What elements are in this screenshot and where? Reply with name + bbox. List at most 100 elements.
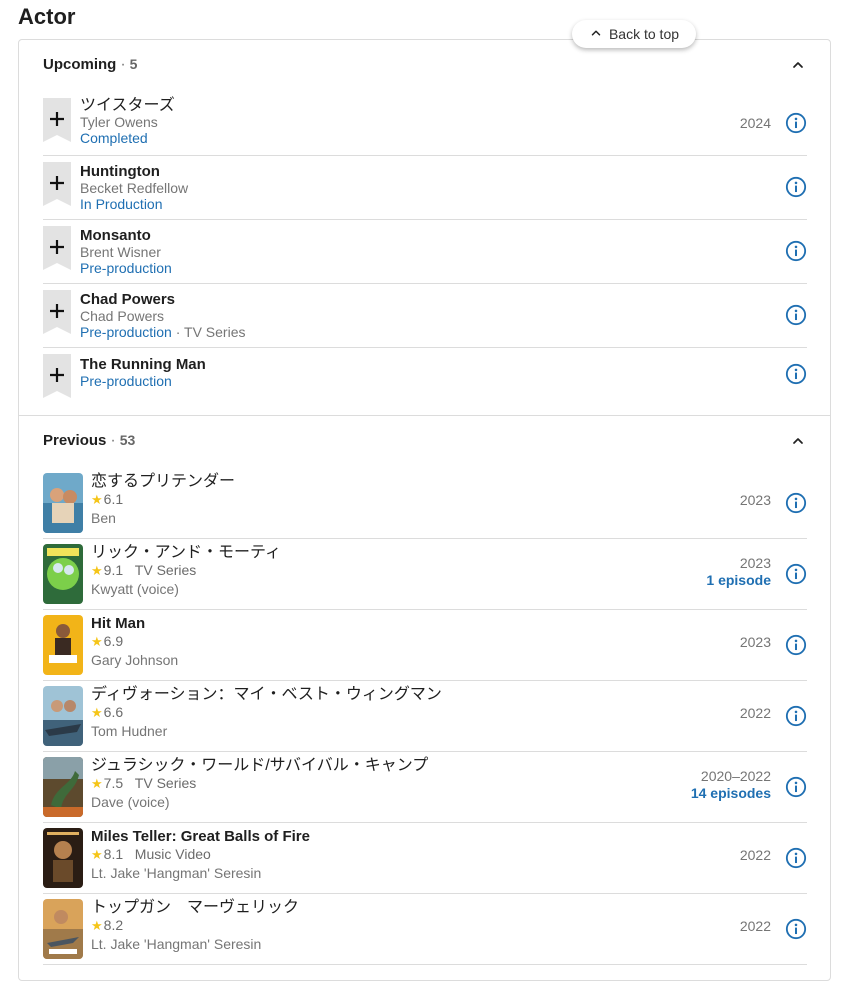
character-name: Lt. Jake 'Hangman' Seresin bbox=[91, 936, 262, 952]
title-link[interactable]: トップガン マーヴェリック bbox=[91, 899, 299, 916]
release-year: 2022 bbox=[739, 847, 771, 863]
rating-value: 8.1 bbox=[103, 846, 124, 862]
title-link[interactable]: Monsanto bbox=[80, 227, 172, 244]
release-year: 2022 bbox=[739, 705, 771, 721]
page-title: Actor bbox=[18, 4, 76, 29]
poster-image[interactable] bbox=[43, 615, 83, 675]
production-status: Pre-production · TV Series bbox=[80, 324, 246, 340]
info-circle-icon[interactable] bbox=[785, 112, 807, 134]
section-divider bbox=[19, 415, 830, 416]
production-status: Completed bbox=[80, 130, 148, 146]
poster-image[interactable] bbox=[43, 899, 83, 959]
title-link[interactable]: Hit Man bbox=[91, 615, 178, 632]
credit-row[interactable]: リック・アンド・モーティ ★9.1 TV Series Kwyatt (voic… bbox=[43, 539, 807, 610]
upcoming-row[interactable]: Monsanto Brent Wisner Pre-production bbox=[43, 220, 807, 284]
rating-value: 8.2 bbox=[103, 917, 124, 933]
credit-row[interactable]: トップガン マーヴェリック ★8.2 Lt. Jake 'Hangman' Se… bbox=[43, 894, 807, 965]
upcoming-row[interactable]: ツイスターズ Tyler Owens Completed 2024 bbox=[43, 92, 807, 156]
poster-image[interactable] bbox=[43, 686, 83, 746]
rating-value: 6.9 bbox=[103, 633, 124, 649]
info-circle-icon[interactable] bbox=[785, 176, 807, 198]
rating: ★9.1 TV Series bbox=[91, 561, 281, 580]
upcoming-title: Upcoming bbox=[43, 56, 117, 73]
info-circle-icon[interactable] bbox=[785, 776, 807, 798]
upcoming-row[interactable]: Chad Powers Chad Powers Pre-production ·… bbox=[43, 284, 807, 348]
rating-value: 9.1 bbox=[103, 562, 124, 578]
episode-count-link[interactable]: 14 episodes bbox=[691, 785, 771, 802]
character-name: Gary Johnson bbox=[91, 652, 179, 668]
release-year: 2020–2022 bbox=[700, 768, 771, 784]
character-name: Becket Redfellow bbox=[80, 180, 189, 196]
star-icon: ★ bbox=[91, 634, 103, 649]
rating-value: 6.6 bbox=[103, 704, 124, 720]
title-link[interactable]: Miles Teller: Great Balls of Fire bbox=[91, 828, 310, 845]
title-link[interactable]: リック・アンド・モーティ bbox=[91, 544, 281, 561]
rating: ★6.1 bbox=[91, 490, 235, 509]
poster-image[interactable] bbox=[43, 757, 83, 817]
add-to-watchlist-icon[interactable] bbox=[43, 162, 71, 206]
title-link[interactable]: ディヴォーション：マイ・ベスト・ウィングマン bbox=[91, 686, 442, 703]
upcoming-count: 5 bbox=[129, 56, 138, 72]
character-name: Kwyatt (voice) bbox=[91, 581, 179, 597]
chevron-up-icon[interactable] bbox=[790, 57, 806, 73]
rating: ★6.9 bbox=[91, 632, 178, 651]
add-to-watchlist-icon[interactable] bbox=[43, 226, 71, 270]
rating: ★8.2 bbox=[91, 916, 299, 935]
upcoming-section-header[interactable]: Upcoming · 5 bbox=[43, 52, 806, 78]
character-name: Brent Wisner bbox=[80, 244, 161, 260]
info-circle-icon[interactable] bbox=[785, 705, 807, 727]
previous-section-header[interactable]: Previous · 53 bbox=[43, 428, 806, 454]
title-link[interactable]: The Running Man bbox=[80, 356, 206, 373]
back-to-top-button[interactable]: Back to top bbox=[572, 20, 696, 48]
production-status: Pre-production bbox=[80, 260, 172, 276]
add-to-watchlist-icon[interactable] bbox=[43, 290, 71, 334]
upcoming-row[interactable]: Huntington Becket Redfellow In Productio… bbox=[43, 156, 807, 220]
previous-title: Previous bbox=[43, 432, 107, 449]
star-icon: ★ bbox=[91, 847, 103, 862]
add-to-watchlist-icon[interactable] bbox=[43, 98, 71, 142]
episode-count-link[interactable]: 1 episode bbox=[706, 572, 771, 589]
star-icon: ★ bbox=[91, 918, 103, 933]
add-to-watchlist-icon[interactable] bbox=[43, 354, 71, 398]
title-type: TV Series bbox=[134, 562, 197, 578]
poster-image[interactable] bbox=[43, 544, 83, 604]
info-circle-icon[interactable] bbox=[785, 240, 807, 262]
credit-row[interactable]: ディヴォーション：マイ・ベスト・ウィングマン ★6.6 Tom Hudner 2… bbox=[43, 681, 807, 752]
title-link[interactable]: Huntington bbox=[80, 163, 188, 180]
title-type: TV Series bbox=[134, 775, 197, 791]
release-year: 2022 bbox=[739, 918, 771, 934]
status-text: Pre-production bbox=[80, 324, 172, 340]
info-circle-icon[interactable] bbox=[785, 563, 807, 585]
production-status: Pre-production bbox=[80, 373, 172, 389]
credit-row[interactable]: Miles Teller: Great Balls of Fire ★8.1 M… bbox=[43, 823, 807, 894]
credit-row[interactable]: ジュラシック・ワールド/サバイバル・キャンプ ★7.5 TV Series Da… bbox=[43, 752, 807, 823]
chevron-up-icon[interactable] bbox=[790, 433, 806, 449]
upcoming-row[interactable]: The Running Man Pre-production bbox=[43, 348, 807, 408]
poster-image[interactable] bbox=[43, 828, 83, 888]
previous-heading: Previous · 53 bbox=[43, 432, 136, 449]
info-circle-icon[interactable] bbox=[785, 492, 807, 514]
title-link[interactable]: Chad Powers bbox=[80, 291, 246, 308]
info-circle-icon[interactable] bbox=[785, 363, 807, 385]
rating-value: 7.5 bbox=[103, 775, 124, 791]
previous-count: 53 bbox=[119, 432, 136, 448]
credit-row[interactable]: 恋するプリテンダー ★6.1 Ben 2023 bbox=[43, 468, 807, 539]
info-circle-icon[interactable] bbox=[785, 847, 807, 869]
back-to-top-label: Back to top bbox=[608, 26, 680, 42]
info-circle-icon[interactable] bbox=[785, 634, 807, 656]
release-year: 2023 bbox=[739, 555, 771, 571]
upcoming-heading: Upcoming · 5 bbox=[43, 56, 138, 73]
title-link[interactable]: 恋するプリテンダー bbox=[91, 473, 235, 490]
poster-image[interactable] bbox=[43, 473, 83, 533]
credit-row[interactable]: Hit Man ★6.9 Gary Johnson 2023 bbox=[43, 610, 807, 681]
title-link[interactable]: ジュラシック・ワールド/サバイバル・キャンプ bbox=[91, 757, 428, 774]
star-icon: ★ bbox=[91, 492, 103, 507]
production-status: In Production bbox=[80, 196, 163, 212]
info-circle-icon[interactable] bbox=[785, 304, 807, 326]
info-circle-icon[interactable] bbox=[785, 918, 807, 940]
release-year: 2023 bbox=[739, 492, 771, 508]
release-year: 2023 bbox=[739, 634, 771, 650]
title-link[interactable]: ツイスターズ bbox=[80, 97, 175, 114]
character-name: Tyler Owens bbox=[80, 114, 158, 130]
character-name: Chad Powers bbox=[80, 308, 165, 324]
